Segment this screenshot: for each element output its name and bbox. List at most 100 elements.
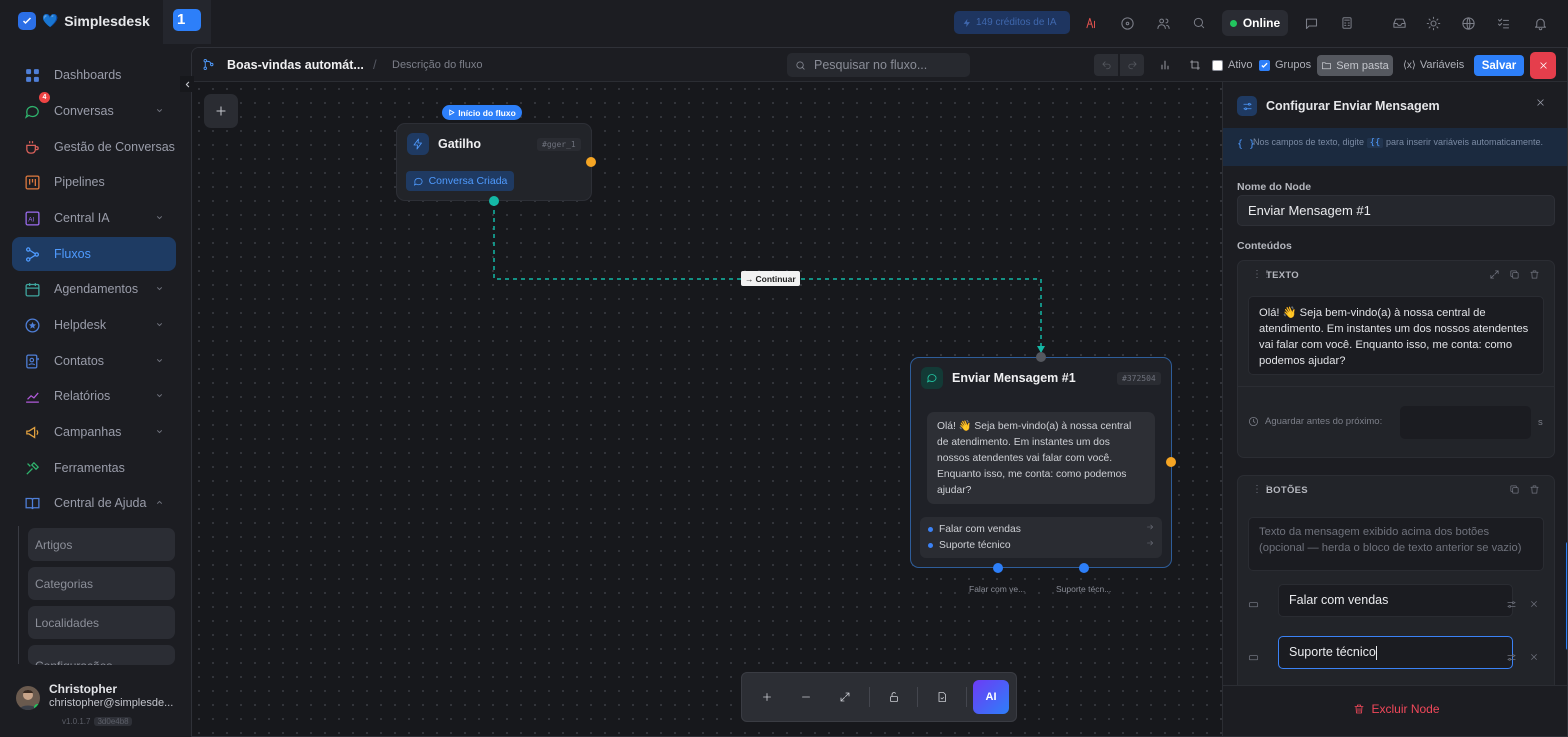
grupos-toggle[interactable]: Grupos xyxy=(1259,54,1311,76)
sidebar-item-gestao-conversas[interactable]: Gestão de Conversas xyxy=(12,130,176,164)
button-type-icon xyxy=(1248,652,1259,663)
braces-icon: { } xyxy=(1237,139,1256,150)
config-header: Configurar Enviar Mensagem xyxy=(1237,96,1440,116)
button-label-input[interactable]: Falar com vendas xyxy=(1278,584,1513,617)
ativo-checkbox[interactable] xyxy=(1212,59,1223,71)
ai-credits-badge[interactable]: 149 créditos de IA xyxy=(954,11,1070,34)
remove-icon[interactable] xyxy=(1529,599,1539,609)
collapse-sidebar-button[interactable] xyxy=(180,76,194,92)
sun-icon[interactable] xyxy=(1420,10,1446,36)
output-label-vendas: Falar com ve... xyxy=(969,584,1026,594)
close-config-button[interactable] xyxy=(1535,97,1546,108)
sidebar-item-agendamentos[interactable]: Agendamentos xyxy=(12,272,176,306)
calculator-icon[interactable] xyxy=(1334,10,1360,36)
flow-title[interactable]: Boas-vindas automát... xyxy=(227,58,364,72)
flow-description-input[interactable]: Descrição do fluxo xyxy=(392,59,483,71)
button-row[interactable]: Falar com vendas xyxy=(928,521,1154,537)
redo-button[interactable] xyxy=(1120,54,1144,76)
buttons-message-input[interactable]: Texto da mensagem exibido acima dos botõ… xyxy=(1248,517,1544,571)
sidebar-item-campanhas[interactable]: Campanhas xyxy=(12,415,176,449)
flow-start-text: Início do fluxo xyxy=(458,107,516,118)
subitem-localidades[interactable]: Localidades xyxy=(28,606,175,639)
version-info: v1.0.1.7 3d0e4b8 xyxy=(62,717,132,726)
button-output-handle-vendas[interactable] xyxy=(993,563,1003,573)
wait-seconds-input[interactable] xyxy=(1400,406,1531,439)
brand-logo-icon xyxy=(18,12,36,30)
ativo-toggle[interactable]: Ativo xyxy=(1212,54,1252,76)
trigger-output-handle[interactable] xyxy=(586,157,596,167)
ai-tool-icon[interactable] xyxy=(1078,10,1104,36)
grupos-checkbox[interactable] xyxy=(1259,59,1270,71)
undo-button[interactable] xyxy=(1094,54,1118,76)
sidebar-item-fluxos[interactable]: Fluxos xyxy=(12,237,176,271)
export-button[interactable] xyxy=(930,685,954,709)
sidebar-item-contatos[interactable]: Contatos xyxy=(12,344,176,378)
workspace-tab[interactable]: 1 xyxy=(163,0,211,44)
sidebar-item-label: Central de Ajuda xyxy=(54,496,147,510)
trash-icon[interactable] xyxy=(1529,269,1540,280)
chevron-down-icon xyxy=(156,287,163,291)
subitem-artigos[interactable]: Artigos xyxy=(28,528,175,561)
text-content-input[interactable]: Olá! 👋 Seja bem-vindo(a) à nossa central… xyxy=(1248,296,1544,375)
sidebar-item-relatorios[interactable]: Relatórios xyxy=(12,379,176,413)
save-button[interactable]: Salvar xyxy=(1474,55,1524,76)
button-output-handle-suporte[interactable] xyxy=(1079,563,1089,573)
workspace-switcher[interactable]: 💙 Simplesdesk xyxy=(18,12,172,30)
link-icon[interactable] xyxy=(1506,599,1517,610)
button-list: Falar com vendas Suporte técnico xyxy=(920,517,1162,558)
message-output-handle[interactable] xyxy=(1166,457,1176,467)
variables-button[interactable]: ⟨x⟩ Variáveis xyxy=(1403,54,1464,76)
grid-icon xyxy=(26,68,39,82)
button-row[interactable]: Suporte técnico xyxy=(928,537,1154,553)
message-node-title: Enviar Mensagem #1 xyxy=(952,371,1076,385)
expand-icon[interactable] xyxy=(1489,269,1500,280)
status-online-button[interactable]: Online xyxy=(1222,10,1288,36)
sidebar-item-helpdesk[interactable]: Helpdesk xyxy=(12,308,176,342)
zoom-in-button[interactable] xyxy=(755,685,779,709)
bell-icon[interactable] xyxy=(1527,10,1553,36)
remove-icon[interactable] xyxy=(1529,652,1539,662)
copy-icon[interactable] xyxy=(1509,269,1520,280)
subitem-configuracoes[interactable]: Configurações xyxy=(28,645,175,665)
sidebar-item-pipelines[interactable]: Pipelines xyxy=(12,165,176,199)
ai-icon: AI xyxy=(25,210,40,226)
sidebar-item-central-ia[interactable]: AI Central IA xyxy=(12,201,176,235)
copy-icon[interactable] xyxy=(1509,484,1520,495)
trash-icon[interactable] xyxy=(1529,484,1540,495)
close-editor-button[interactable] xyxy=(1530,52,1556,79)
circle-icon[interactable] xyxy=(1114,10,1140,36)
sidebar-item-central-ajuda[interactable]: Central de Ajuda xyxy=(12,486,176,520)
zoom-out-button[interactable] xyxy=(794,685,818,709)
folder-button[interactable]: Sem pasta xyxy=(1317,55,1393,76)
delete-node-button[interactable]: Excluir Node xyxy=(1223,694,1567,724)
inbox-icon[interactable] xyxy=(1386,10,1412,36)
trigger-bottom-handle[interactable] xyxy=(489,196,499,206)
trigger-event-badge[interactable]: Conversa Criada xyxy=(406,171,514,191)
checklist-icon[interactable] xyxy=(1490,10,1516,36)
button-label-input[interactable]: Suporte técnico xyxy=(1278,636,1513,669)
edge-label[interactable]: → Continuar xyxy=(741,271,800,286)
message-input-handle[interactable] xyxy=(1036,352,1046,362)
message-icon[interactable] xyxy=(1298,10,1324,36)
globe-icon[interactable] xyxy=(1455,10,1481,36)
sidebar-item-dashboards[interactable]: Dashboards xyxy=(12,58,176,92)
link-icon[interactable] xyxy=(1506,652,1517,663)
file-icon xyxy=(938,692,946,702)
flow-canvas[interactable]: → Continuar Início do fluxo Gatilho #gge… xyxy=(192,82,1222,736)
sidebar-item-ferramentas[interactable]: Ferramentas xyxy=(12,451,176,485)
svg-text:AI: AI xyxy=(28,216,34,223)
lock-button[interactable] xyxy=(882,685,906,709)
user-name: Christopher xyxy=(49,682,118,696)
flow-search-input[interactable]: Pesquisar no fluxo... xyxy=(787,53,970,77)
search-icon[interactable] xyxy=(1186,10,1212,36)
subitem-categorias[interactable]: Categorias xyxy=(28,567,175,600)
stats-button[interactable] xyxy=(1154,54,1176,76)
node-name-input[interactable]: Enviar Mensagem #1 xyxy=(1237,195,1555,226)
layout-button[interactable] xyxy=(1184,54,1206,76)
sidebar-item-conversas[interactable]: 4 Conversas xyxy=(12,92,176,128)
user-profile[interactable]: Christopher christopher@simplesde... v1.… xyxy=(16,682,181,732)
users-icon[interactable] xyxy=(1150,10,1176,36)
ai-assistant-button[interactable]: AI xyxy=(973,680,1009,714)
fit-view-button[interactable] xyxy=(833,685,857,709)
variables-hint: { } Nos campos de texto, digite {{ para … xyxy=(1223,128,1567,166)
